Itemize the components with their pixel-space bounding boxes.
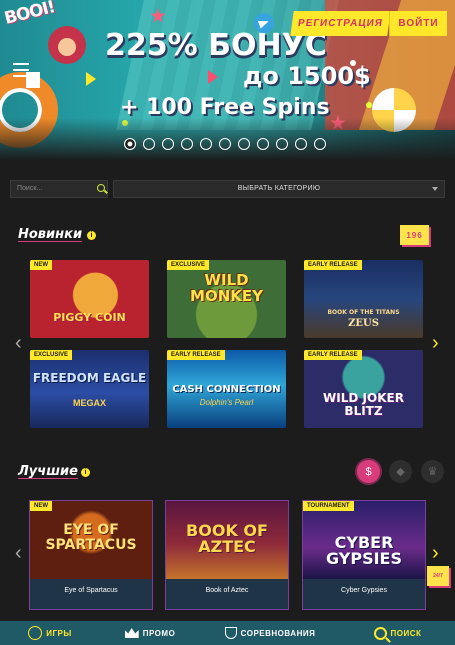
info-icon[interactable]: i [87,231,96,240]
games-count-badge: 196 [400,225,429,245]
carousel-dot[interactable] [143,138,155,150]
game-art-title: EYE OF SPARTACUS [45,522,137,553]
carousel-dots [124,138,326,150]
game-art-title: BOOK OF AZTEC [186,521,268,556]
carousel-dot[interactable] [314,138,326,150]
game-title: PIGGY COIN [53,311,126,324]
search-icon [373,626,387,640]
game-name: Book of Aztec [166,579,288,609]
carousel-dot[interactable] [276,138,288,150]
game-tag: EXCLUSIVE [30,350,73,360]
category-select[interactable]: ВЫБРАТЬ КАТЕГОРИЮ [113,180,445,198]
game-title: WILD JOKER BLITZ [323,391,404,418]
game-card[interactable]: CYBER GYPSIES TOURNAMENT Cyber Gypsies [302,500,426,610]
game-subtitle: Dolphin's Pearl [199,398,254,407]
diamond-icon[interactable]: ◆ [389,460,412,483]
game-art-title: CYBER GYPSIES [325,533,403,568]
menu-icon[interactable] [13,63,29,77]
carousel-dot[interactable] [200,138,212,150]
telegram-icon[interactable] [254,13,274,33]
game-tile[interactable]: EXCLUSIVE WILD MONKEY [167,260,286,338]
game-title: CASH CONNECTION [172,384,281,395]
carousel-dot[interactable] [295,138,307,150]
carousel-dot[interactable] [257,138,269,150]
carousel-dot[interactable] [219,138,231,150]
dollar-icon[interactable]: $ [357,460,380,483]
nav-games-label: ИГРЫ [46,628,72,638]
register-button[interactable]: РЕГИСТРАЦИЯ [290,11,391,36]
dot-decoration [366,102,372,108]
triangle-decoration [208,70,218,84]
game-tag: EARLY RELEASE [304,260,362,270]
game-artwork: EYE OF SPARTACUS [30,501,152,579]
game-tag: EXCLUSIVE [167,260,210,270]
bottom-nav: ИГРЫ ПРОМО СОРЕВНОВАНИЯ ПОИСК [0,621,455,645]
nav-search-label: ПОИСК [390,628,422,638]
game-tile[interactable]: EARLY RELEASE BOOK OF THE TITANS ZEUS [304,260,423,338]
game-artwork: BOOK OF AZTEC [166,501,288,579]
game-tag: TOURNAMENT [303,501,354,511]
crown-icon[interactable]: ♛ [421,460,444,483]
nav-games[interactable]: ИГРЫ [0,621,100,645]
section-title-new[interactable]: Новинки [18,227,82,242]
search-input[interactable]: Поиск... [10,180,108,198]
game-name: Eye of Spartacus [30,579,152,609]
banner-spins-text: + 100 Free Spins [120,95,330,120]
nav-search[interactable]: ПОИСК [340,621,455,645]
search-icon[interactable] [97,184,105,192]
support-badge[interactable]: 24/7 [427,566,449,586]
arrow-left-icon[interactable] [15,332,23,355]
game-tag: EARLY RELEASE [167,350,225,360]
game-subtitle: MEGAX [72,398,106,408]
triangle-decoration [86,72,96,86]
carousel-dot[interactable] [124,138,136,150]
arrow-left-icon[interactable] [15,542,23,565]
arrow-right-icon[interactable] [432,332,440,355]
game-subtitle: ZEUS [348,318,379,329]
game-tag: NEW [30,501,52,511]
game-card[interactable]: EYE OF SPARTACUS NEW Eye of Spartacus [29,500,153,610]
carousel-dot[interactable] [181,138,193,150]
game-title: FREEDOM EAGLE [32,371,147,385]
info-icon[interactable]: i [81,468,90,477]
best-filter-icons: $ ◆ ♛ [357,460,444,483]
login-button[interactable]: ВОЙТИ [389,11,447,36]
crown-icon [124,628,139,638]
game-title: BOOK OF THE TITANS [327,309,400,316]
section-title-best[interactable]: Лучшие [18,464,78,479]
promo-banner[interactable]: BOOI! 225% БОНУС до 1500$ + 100 Free Spi… [0,0,455,160]
carousel-dot[interactable] [162,138,174,150]
carousel-dot[interactable] [238,138,250,150]
game-artwork: CYBER GYPSIES [303,501,425,579]
nav-promo-label: ПРОМО [142,628,176,638]
game-tile[interactable]: EARLY RELEASE WILD JOKER BLITZ [304,350,423,428]
banner-amount-text: до 1500$ [243,62,371,90]
game-tag: NEW [30,260,52,270]
games-icon [28,626,43,640]
game-tag: EARLY RELEASE [304,350,362,360]
filter-bar: Поиск... ВЫБРАТЬ КАТЕГОРИЮ [10,180,445,198]
game-tile[interactable]: EXCLUSIVE FREEDOM EAGLE MEGAX [30,350,149,428]
site-logo[interactable]: BOOI! [2,0,56,29]
trophy-icon [224,627,237,639]
game-name: Cyber Gypsies [303,579,425,609]
chevron-down-icon [432,187,438,191]
nav-tournaments[interactable]: СОРЕВНОВАНИЯ [200,621,340,645]
nav-tournaments-label: СОРЕВНОВАНИЯ [240,628,316,638]
arrow-right-icon[interactable] [432,542,440,565]
casino-home: BOOI! 225% БОНУС до 1500$ + 100 Free Spi… [0,0,455,645]
category-select-label: ВЫБРАТЬ КАТЕГОРИЮ [237,185,321,192]
monkey-mascot [48,26,86,64]
nav-promo[interactable]: ПРОМО [100,621,200,645]
game-tile[interactable]: NEW PIGGY COIN [30,260,149,338]
game-tile[interactable]: EARLY RELEASE CASH CONNECTION Dolphin's … [167,350,286,428]
game-title: WILD MONKEY [190,271,263,305]
game-card[interactable]: BOOK OF AZTEC Book of Aztec [165,500,289,610]
